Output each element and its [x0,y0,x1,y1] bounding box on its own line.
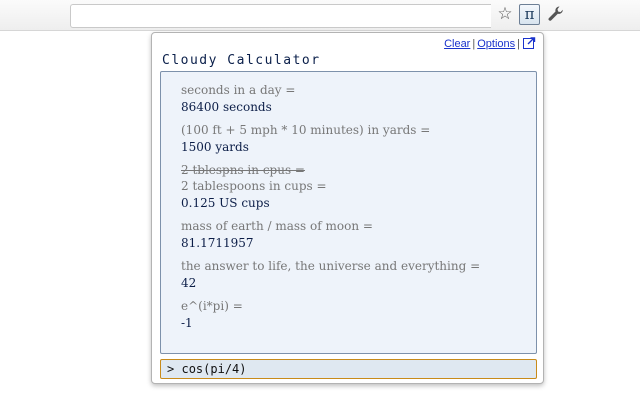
result-query-struck: 2 tblespns in cpus = [181,163,305,177]
result-answer: 42 [181,276,197,290]
popup-links: Clear | Options | [444,37,536,50]
toolbar-divider [0,30,640,31]
result-answer: 1500 yards [181,140,249,154]
wrench-icon[interactable] [546,4,566,24]
result-answer: -1 [181,316,193,330]
link-separator: | [517,38,520,50]
result-answer: 81.1711957 [181,236,254,250]
result-entry: e^(i*pi) = -1 [181,298,516,331]
app-title: Cloudy Calculator [162,53,321,68]
results-panel: seconds in a day = 86400 seconds (100 ft +… [160,71,537,354]
clear-link[interactable]: Clear [444,38,470,50]
calculator-popup: Clear | Options | Cloudy Calculator seconds… [151,32,544,384]
cloudy-calculator-extension-button[interactable]: π [519,4,540,25]
result-entry: mass of earth / mass of moon = 81.1711957 [181,218,516,251]
result-entry: 2 tblespns in cpus = 2 tablespoons in cup… [181,162,516,211]
expression-input[interactable]: > cos(pi/4) [160,359,537,379]
result-query: 2 tablespoons in cups = [181,179,327,193]
options-link[interactable]: Options [477,38,515,50]
input-value: cos(pi/4) [181,362,247,376]
browser-toolbar: ☆ π [0,0,640,30]
result-answer: 0.125 US cups [181,196,270,210]
result-entry: (100 ft + 5 mph * 10 minutes) in yards =… [181,122,516,155]
result-answer: 86400 seconds [181,100,272,114]
result-entry: the answer to life, the universe and eve… [181,258,516,291]
result-query: (100 ft + 5 mph * 10 minutes) in yards = [181,123,431,137]
result-query: seconds in a day = [181,83,296,97]
result-query: mass of earth / mass of moon = [181,219,373,233]
result-query: e^(i*pi) = [181,299,243,313]
popout-icon[interactable] [523,37,536,49]
result-query: the answer to life, the universe and eve… [181,259,481,273]
star-icon[interactable]: ☆ [495,4,515,24]
address-bar[interactable] [70,4,491,28]
input-prompt: > [167,362,175,376]
result-entry: seconds in a day = 86400 seconds [181,82,516,115]
pi-icon: π [524,5,535,23]
